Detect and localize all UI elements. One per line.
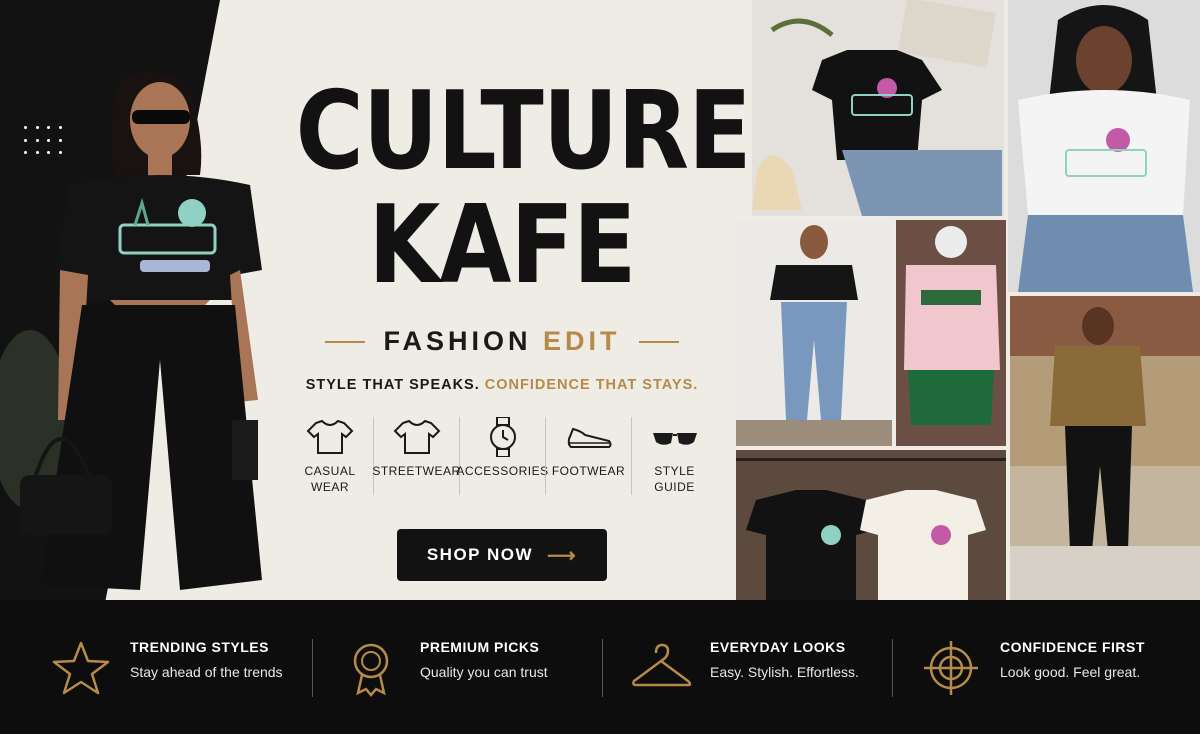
star-icon: [52, 641, 110, 694]
fashion-edit-text: FASHION: [383, 326, 543, 356]
divider-line-left: [325, 340, 366, 343]
feature-title: PREMIUM PICKS: [420, 638, 540, 655]
feature-everyday-looks: EVERYDAY LOOKS Easy. Stylish. Effortless…: [580, 638, 870, 697]
tagline-accent-text: CONFIDENCE THAT STAYS.: [484, 377, 699, 393]
feature-description: Stay ahead of the trends: [130, 663, 283, 680]
feature-description: Quality you can trust: [420, 663, 548, 680]
tagline: STYLE THAT SPEAKS. CONFIDENCE THAT STAYS…: [262, 377, 742, 393]
tshirt-icon: [393, 419, 440, 454]
sneaker-icon: [567, 427, 611, 448]
tagline-text: STYLE THAT SPEAKS.: [305, 377, 485, 393]
category-style-guide[interactable]: STYLE GUIDE: [631, 417, 717, 495]
feature-description: Easy. Stylish. Effortless.: [710, 663, 859, 680]
category-label: CASUAL WEAR: [304, 464, 356, 494]
category-accessories[interactable]: ACCESSORIES: [456, 417, 549, 495]
divider-line-right: [638, 340, 679, 343]
category-label: STYLE GUIDE: [654, 464, 695, 494]
brand-title-line2: KAFE: [368, 183, 636, 308]
model-photo: [0, 72, 262, 590]
center-content: CULTURE KAFE FASHION EDIT STYLE THAT SPE…: [262, 69, 752, 581]
category-footwear[interactable]: FOOTWEAR: [545, 417, 631, 495]
model-pink-tee-photo: [896, 220, 1006, 446]
feature-description: Look good. Feel great.: [1000, 663, 1141, 680]
hanging-tees-photo: [736, 450, 1006, 600]
tshirt-icon: [306, 419, 354, 454]
shop-now-button[interactable]: SHOP NOW ⟶: [396, 529, 608, 581]
feature-title: EVERYDAY LOOKS: [710, 638, 846, 655]
category-label: FOOTWEAR: [551, 464, 626, 478]
model-street-photo: [1010, 296, 1200, 600]
category-label: STREETWEAR: [372, 464, 461, 478]
category-streetwear[interactable]: STREETWEAR: [372, 417, 461, 495]
model-denim-photo: [736, 220, 892, 446]
fashion-edit-row: FASHION EDIT: [262, 326, 742, 357]
hanger-icon: [632, 643, 692, 686]
category-list: CASUAL WEAR STREETWEAR ACCESSORIES FOOTW…: [262, 417, 742, 495]
edit-accent-text: EDIT: [543, 326, 621, 356]
arrow-right-icon: ⟶: [546, 544, 578, 567]
feature-premium-picks: PREMIUM PICKS Quality you can trust: [290, 638, 580, 697]
hero-banner: CULTURE KAFE FASHION EDIT STYLE THAT SPE…: [0, 0, 1200, 600]
features-bar: TRENDING STYLES Stay ahead of the trends…: [0, 601, 1200, 734]
sunglasses-icon: [652, 433, 697, 445]
watch-icon: [489, 417, 516, 457]
brand-title-line1: CULTURE: [295, 69, 752, 194]
model-white-crop-photo: [1008, 0, 1200, 292]
target-icon: [924, 640, 978, 695]
feature-trending-styles: TRENDING STYLES Stay ahead of the trends: [0, 639, 290, 697]
shop-now-label: SHOP NOW: [426, 545, 533, 564]
award-icon: [353, 643, 389, 697]
feature-title: CONFIDENCE FIRST: [1000, 638, 1145, 655]
fashion-edit-heading: FASHION EDIT: [383, 326, 620, 357]
feature-confidence-first: CONFIDENCE FIRST Look good. Feel great.: [870, 638, 1160, 697]
flatlay-photo: [752, 0, 1004, 216]
category-casual-wear[interactable]: CASUAL WEAR: [287, 417, 373, 495]
category-label: ACCESSORIES: [456, 464, 549, 478]
feature-title: TRENDING STYLES: [130, 638, 269, 655]
